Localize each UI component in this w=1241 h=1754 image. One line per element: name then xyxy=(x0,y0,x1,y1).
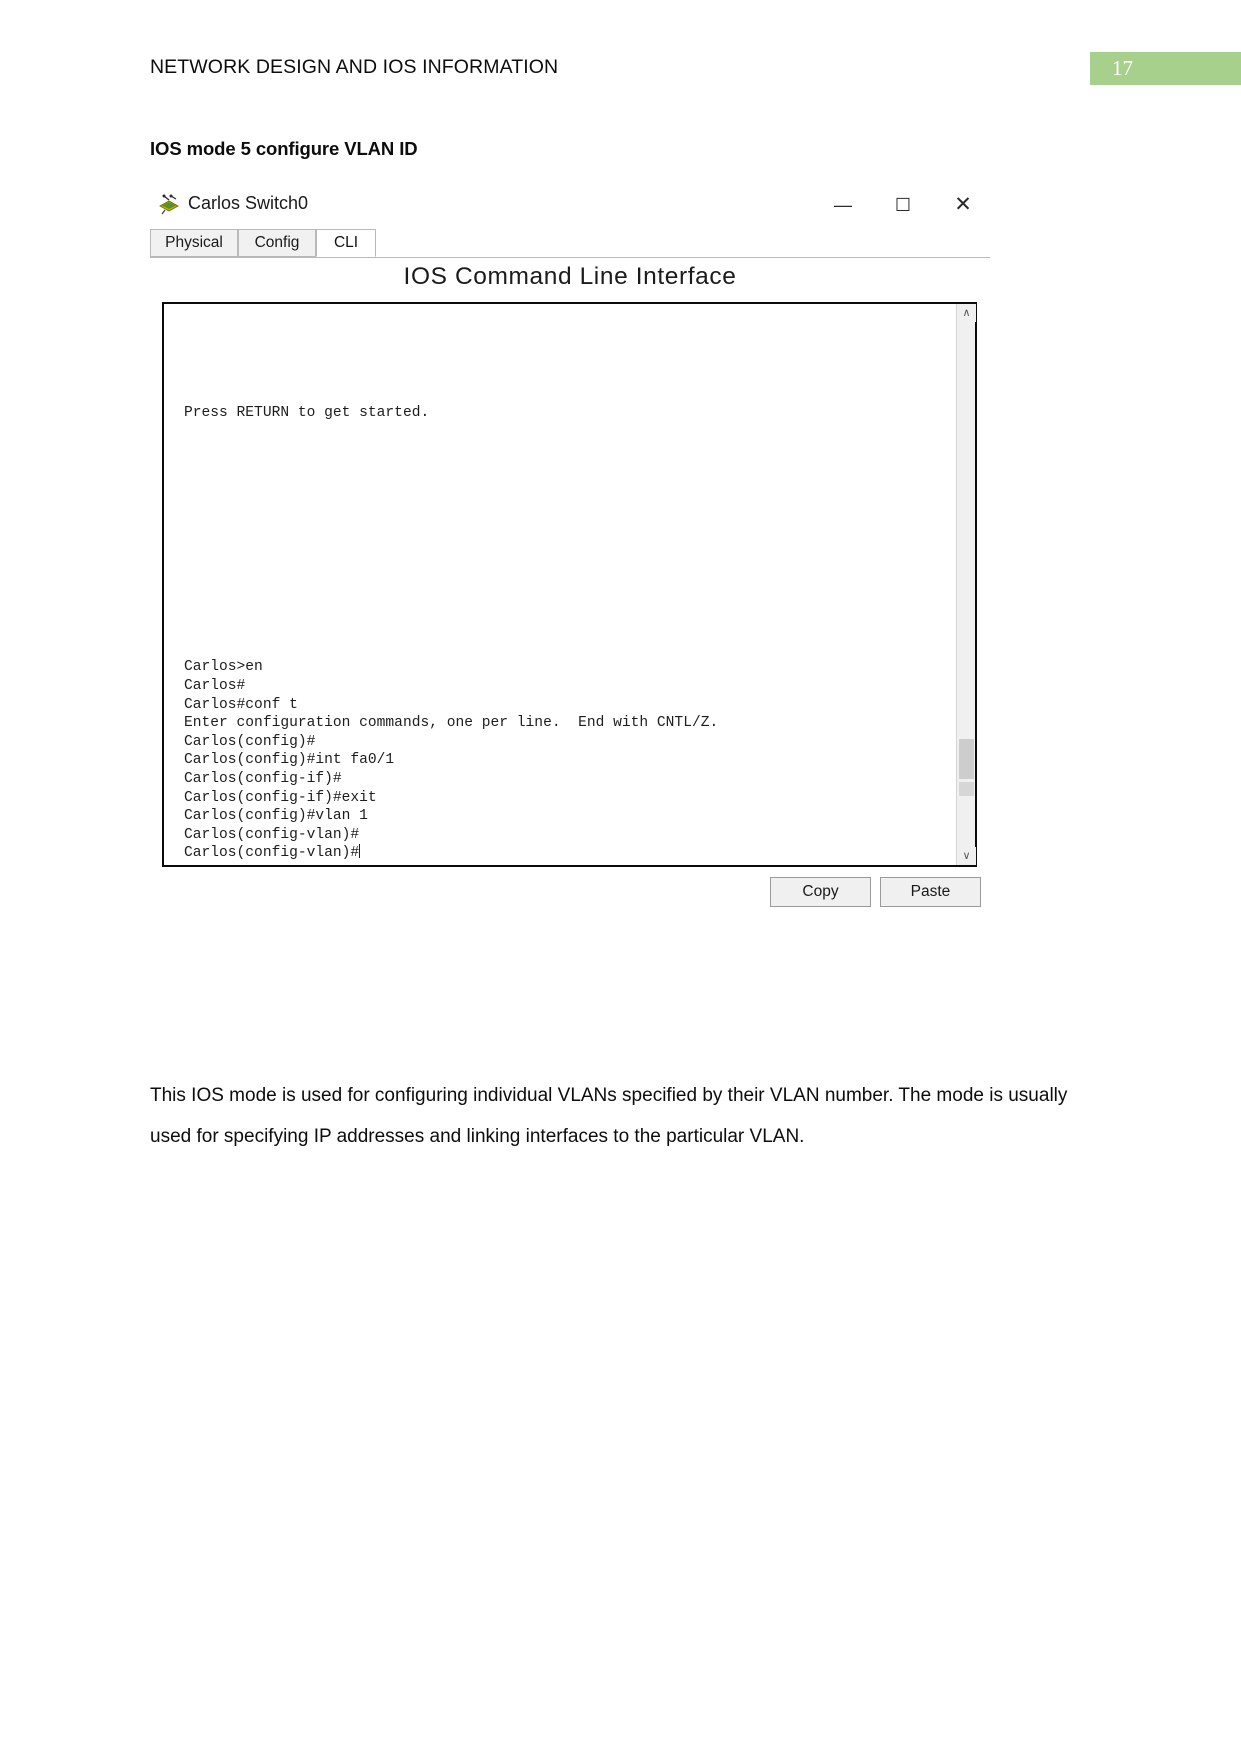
terminal-panel[interactable]: Press RETURN to get started. Carlos>en C… xyxy=(162,302,977,867)
maximize-button[interactable]: ☐ xyxy=(882,189,924,221)
window-title: Carlos Switch0 xyxy=(188,193,309,213)
tab-strip: Physical Config CLI xyxy=(150,229,990,258)
page-header: NETWORK DESIGN AND IOS INFORMATION 17 xyxy=(0,52,1241,88)
cli-heading: IOS Command Line Interface xyxy=(403,263,737,290)
terminal-session-lines: Carlos>en Carlos# Carlos#conf t Enter co… xyxy=(184,659,719,862)
copy-button[interactable]: Copy xyxy=(770,877,871,907)
tab-physical[interactable]: Physical xyxy=(150,229,238,257)
terminal-top-line: Press RETURN to get started. xyxy=(184,405,430,421)
scrollbar-thumb-secondary[interactable] xyxy=(959,782,974,796)
tab-cli[interactable]: CLI xyxy=(316,229,376,257)
section-heading: IOS mode 5 configure VLAN ID xyxy=(150,138,418,159)
scroll-down-icon[interactable]: ∨ xyxy=(957,847,976,865)
paste-button[interactable]: Paste xyxy=(880,877,981,907)
terminal-output: Press RETURN to get started. Carlos>en C… xyxy=(174,312,953,865)
minimize-button[interactable]: — xyxy=(822,189,864,221)
page-number: 17 xyxy=(1112,56,1133,80)
body-paragraph: This IOS mode is used for configuring in… xyxy=(150,1085,1068,1147)
close-button[interactable]: ✕ xyxy=(942,189,984,221)
window-titlebar: Carlos Switch0 — ☐ ✕ xyxy=(150,185,1090,227)
page-number-badge: 17 xyxy=(1090,52,1241,85)
cli-window-screenshot: Carlos Switch0 — ☐ ✕ Physical Config CLI… xyxy=(150,185,1090,910)
terminal-scrollbar[interactable]: ∧ ∨ xyxy=(956,304,976,865)
switch-icon xyxy=(159,194,179,215)
scrollbar-thumb[interactable] xyxy=(959,739,974,779)
header-title: NETWORK DESIGN AND IOS INFORMATION xyxy=(150,56,559,78)
tab-config[interactable]: Config xyxy=(238,229,316,257)
text-cursor xyxy=(359,844,361,859)
scroll-up-icon[interactable]: ∧ xyxy=(957,304,976,322)
